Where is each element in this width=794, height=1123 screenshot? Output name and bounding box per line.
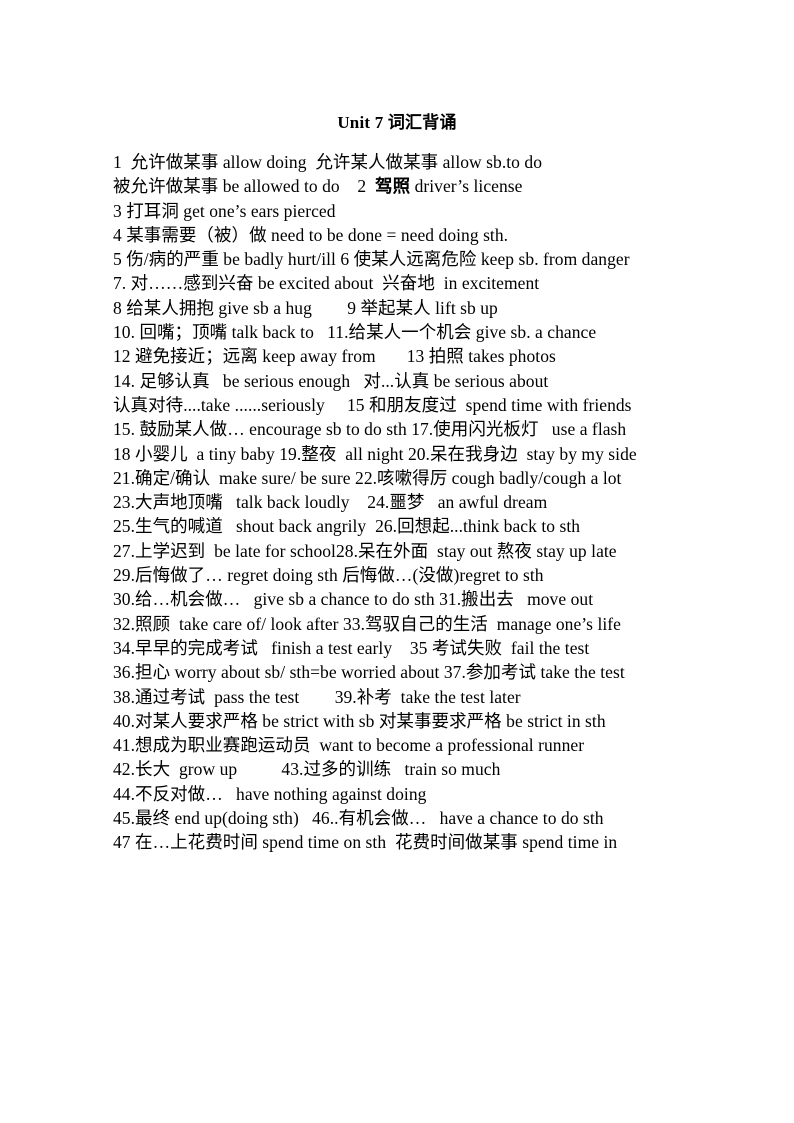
vocabulary-line: 25.生气的喊道 shout back angrily 26.回想起...thi… <box>113 516 581 537</box>
vocabulary-line: 被允许做某事 be allowed to do 2 驾照 driver’s li… <box>113 176 523 197</box>
vocabulary-line: 42.长大 grow up 43.过多的训练 train so much <box>113 759 501 780</box>
vocabulary-line: 34.早早的完成考试 finish a test early 35 考试失败 f… <box>113 637 590 658</box>
vocabulary-line: 45.最终 end up(doing sth) 46..有机会做… have a… <box>113 808 604 829</box>
vocabulary-line: 44.不反对做… have nothing against doing <box>113 783 427 804</box>
vocabulary-line: 14. 足够认真 be serious enough 对...认真 be ser… <box>113 370 549 391</box>
vocabulary-line: 38.通过考试 pass the test 39.补考 take the tes… <box>113 686 521 707</box>
document-page: Unit 7 词汇背诵 1 允许做某事 allow doing 允许某人做某事 … <box>0 0 794 1123</box>
vocabulary-line: 30.给…机会做… give sb a chance to do sth 31.… <box>113 589 594 610</box>
vocabulary-line: 18 小婴儿 a tiny baby 19.整夜 all night 20.呆在… <box>113 443 637 464</box>
vocabulary-line: 1 允许做某事 allow doing 允许某人做某事 allow sb.to … <box>113 152 542 172</box>
vocabulary-line: 3 打耳洞 get one’s ears pierced <box>113 200 336 221</box>
vocabulary-line: 10. 回嘴；顶嘴 talk back to 11.给某人一个机会 give s… <box>113 322 597 343</box>
vocabulary-list: 1 允许做某事 allow doing 允许某人做某事 allow sb.to … <box>113 150 683 855</box>
emphasised-term: 驾照 <box>375 176 411 197</box>
vocabulary-line: 27.上学迟到 be late for school28.呆在外面 stay o… <box>113 540 617 561</box>
vocabulary-line: 5 伤/病的严重 be badly hurt/ill 6 使某人远离危险 kee… <box>113 249 630 270</box>
vocabulary-line: 15. 鼓励某人做… encourage sb to do sth 17.使用闪… <box>113 419 627 440</box>
vocabulary-line: 8 给某人拥抱 give sb a hug 9 举起某人 lift sb up <box>113 297 498 318</box>
vocabulary-line: 41.想成为职业赛跑运动员 want to become a professio… <box>113 735 585 756</box>
vocabulary-line: 4 某事需要（被）做 need to be done = need doing … <box>113 224 509 245</box>
vocabulary-line: 认真对待....take ......seriously 15 和朋友度过 sp… <box>113 394 632 415</box>
vocabulary-line: 23.大声地顶嘴 talk back loudly 24.噩梦 an awful… <box>113 492 548 513</box>
page-title: Unit 7 词汇背诵 <box>337 113 457 132</box>
vocabulary-line: 29.后悔做了… regret doing sth 后悔做…(没做)regret… <box>113 565 544 586</box>
vocabulary-line: 21.确定/确认 make sure/ be sure 22.咳嗽得厉 coug… <box>113 467 622 488</box>
vocabulary-line: 36.担心 worry about sb/ sth=be worried abo… <box>113 662 625 683</box>
vocabulary-line: 32.照顾 take care of/ look after 33.驾驭自己的生… <box>113 613 621 634</box>
vocabulary-line: 7. 对……感到兴奋 be excited about 兴奋地 in excit… <box>113 273 540 294</box>
vocabulary-line: 12 避免接近；远离 keep away from 13 拍照 takes ph… <box>113 346 556 367</box>
vocabulary-line: 40.对某人要求严格 be strict with sb 对某事要求严格 be … <box>113 710 606 731</box>
vocabulary-line: 47 在…上花费时间 spend time on sth 花费时间做某事 spe… <box>113 832 618 853</box>
